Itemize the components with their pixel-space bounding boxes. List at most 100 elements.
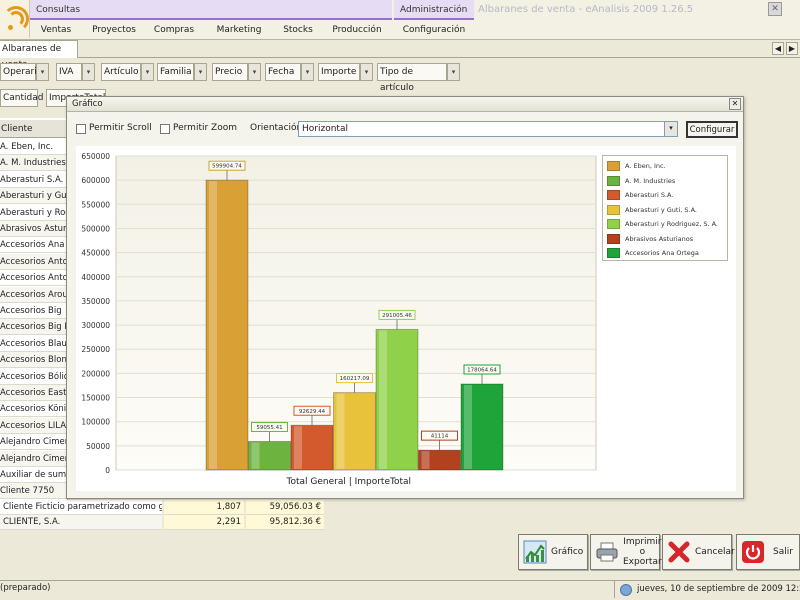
menu-proyectos[interactable]: Proyectos [84, 22, 144, 38]
filter-fecha-label: Fecha [268, 67, 295, 77]
menu-marketing[interactable]: Marketing [204, 22, 274, 38]
legend-label: Accesorios Ana Ortega [625, 249, 699, 257]
table-row[interactable]: Aberasturi y Rodríguez [0, 205, 68, 221]
table-row[interactable]: Accesorios LILA-Sa [0, 417, 68, 434]
grid-header-cliente[interactable]: Cliente [0, 120, 68, 138]
table-row[interactable]: Accesorios Bólido [0, 369, 68, 385]
chevron-down-icon[interactable]: ▾ [82, 63, 95, 81]
window-title: Albaranes de venta - eAnalisis 2009 1.26… [478, 4, 694, 15]
menu-ventas[interactable]: Ventas [30, 22, 82, 38]
table-row[interactable]: Accesorios Eastern [0, 385, 68, 401]
y-tick-label: 600000 [81, 176, 110, 185]
legend-swatch [607, 204, 620, 215]
filter-articulo[interactable]: Artículo ▾ [101, 63, 154, 81]
salir-button[interactable]: Salir [736, 534, 800, 570]
chevron-down-icon[interactable]: ▾ [248, 63, 261, 81]
chevron-down-icon[interactable]: ▾ [447, 63, 460, 81]
y-tick-label: 550000 [81, 200, 110, 209]
permitir-zoom-checkbox[interactable] [160, 124, 170, 134]
menu-configuracion[interactable]: Configuración [394, 22, 474, 38]
y-tick-label: 100000 [81, 418, 110, 427]
permitir-scroll-checkbox[interactable] [76, 124, 86, 134]
chevron-down-icon[interactable]: ▾ [664, 122, 677, 136]
table-row[interactable]: Accesorios Big Mac [0, 319, 68, 336]
cancelar-button[interactable]: Cancelar [662, 534, 735, 570]
filter-familia[interactable]: Familia ▾ [157, 63, 207, 81]
tab-prev-button[interactable]: ◀ [772, 42, 784, 55]
orientacion-select[interactable]: Horizontal [298, 121, 678, 137]
table-row[interactable]: Accesorios Blauer [0, 336, 68, 352]
table-row[interactable]: Accesorios Antonio [0, 270, 68, 287]
legend-swatch [607, 190, 620, 200]
table-row[interactable]: A. M. Industries [0, 155, 68, 172]
tab-albaranes-de-venta[interactable]: Albaranes de venta [0, 40, 78, 70]
filter-iva[interactable]: IVA ▾ [56, 63, 95, 81]
logo-dot-icon [8, 25, 13, 30]
table-row[interactable]: Cliente 7750 [0, 483, 68, 500]
bar-highlight [336, 393, 345, 469]
y-tick-label: 350000 [81, 297, 110, 306]
chevron-down-icon[interactable]: ▾ [194, 63, 207, 81]
table-row[interactable]: Abrasivos Asturianos [0, 221, 68, 237]
table-row[interactable]: Alejandro Cimenta [0, 434, 68, 451]
permitir-scroll-label: Permitir Scroll [89, 123, 152, 133]
filter-cantidad[interactable]: Cantidad [0, 89, 43, 107]
legend-swatch [607, 175, 620, 186]
filter-operario[interactable]: Operario ▾ [0, 63, 49, 81]
imprimir-exportar-button[interactable]: Imprimir o Exportar [590, 534, 662, 570]
menu-compras[interactable]: Compras [146, 22, 202, 38]
filter-familia-label: Familia [160, 67, 192, 77]
filter-importe-label: Importe [321, 67, 357, 77]
filter-articulo-label: Artículo [104, 67, 139, 77]
table-row[interactable]: Accesorios Big [0, 303, 68, 319]
filter-precio[interactable]: Precio ▾ [212, 63, 261, 81]
chevron-down-icon[interactable]: ▾ [301, 63, 314, 81]
menu-stocks[interactable]: Stocks [276, 22, 320, 38]
table-row[interactable]: Aberasturi y Guti, S.A. [0, 188, 68, 205]
bar-data-label: 160217.09 [340, 376, 370, 382]
grafico-button[interactable]: Gráfico [518, 534, 588, 570]
filter-tipo-de-articulo-label: Tipo de artículo [380, 67, 414, 93]
app-logo[interactable] [0, 0, 30, 38]
bar-highlight [379, 330, 387, 469]
bar-highlight [421, 451, 430, 469]
legend-item: A. M. Industries [607, 174, 675, 188]
chevron-down-icon[interactable]: ▾ [141, 63, 154, 81]
table-row[interactable]: Alejandro Cimenta [0, 450, 68, 467]
chart-legend: A. Eben, Inc. A. M. Industries Aberasturi … [602, 155, 728, 261]
table-row[interactable]: Accesorios Ana Ortega [0, 237, 68, 254]
table-row[interactable]: Aberasturi S.A. [0, 172, 68, 188]
bar-data-label: 41114 [431, 434, 449, 440]
filter-fecha[interactable]: Fecha ▾ [265, 63, 314, 81]
bar-data-label: 291005.46 [382, 313, 412, 319]
filter-importe[interactable]: Importe ▾ [318, 63, 373, 81]
table-row[interactable]: Accesorios Antonio [0, 253, 68, 270]
ribbon-group-consultas: Consultas [30, 0, 392, 20]
legend-item: Accesorios Ana Ortega [607, 246, 699, 260]
table-row[interactable]: Accesorios Königli [0, 401, 68, 418]
configurar-button[interactable]: Configurar [686, 121, 738, 138]
status-datetime: jueves, 10 de septiembre de 2009 12:24 [614, 581, 800, 598]
legend-item: Aberasturi y Rodriguez, S. A. [607, 217, 718, 231]
filter-tipo-de-articulo[interactable]: Tipo de artículo ▾ [377, 63, 460, 93]
window-close-button[interactable]: ✕ [768, 2, 782, 16]
table-row[interactable]: Accesorios Blonde [0, 352, 68, 369]
legend-label: Aberasturi y Guti, S.A. [625, 205, 697, 214]
table-row[interactable]: Auxiliar de suminis [0, 467, 68, 483]
status-text: (preparado) [0, 583, 51, 593]
power-icon [742, 541, 764, 563]
legend-label: A. Eben, Inc. [625, 162, 666, 170]
table-row-amount: 95,812.36 € [246, 515, 324, 530]
chevron-down-icon[interactable]: ▾ [360, 63, 373, 81]
document-tab-bar [0, 40, 800, 58]
legend-swatch [607, 219, 620, 229]
table-row[interactable]: Accesorios Around [0, 286, 68, 303]
table-row-name[interactable]: Cliente Ficticio parametrizado como gen.… [0, 500, 162, 515]
legend-swatch [607, 161, 620, 171]
chevron-down-icon[interactable]: ▾ [36, 63, 49, 81]
dialog-close-button[interactable]: ✕ [729, 98, 741, 110]
tab-next-button[interactable]: ▶ [786, 42, 798, 55]
table-row-name[interactable]: CLIENTE, S.A. [0, 515, 162, 530]
table-row[interactable]: A. Eben, Inc. [0, 139, 68, 155]
menu-produccion[interactable]: Producción [322, 22, 392, 38]
